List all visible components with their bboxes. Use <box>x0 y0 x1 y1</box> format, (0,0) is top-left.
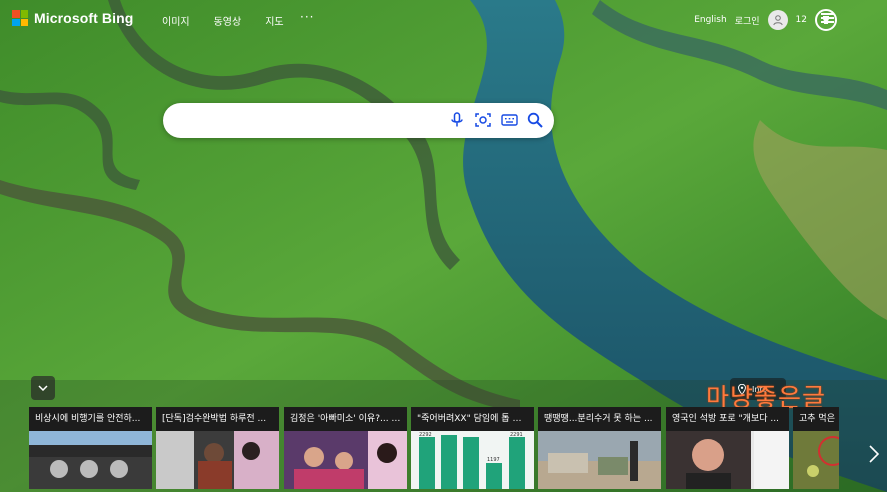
search-icon[interactable] <box>526 111 544 129</box>
rewards-count[interactable]: 12 <box>796 15 807 25</box>
search-input[interactable] <box>177 110 451 132</box>
news-thumbnail <box>29 431 152 489</box>
news-card-title: 영국인 석방 포로 "개보다 ... <box>666 407 789 431</box>
chevron-down-icon[interactable] <box>31 376 55 400</box>
news-card-title: 땡땡땡...분리수거 못 하는 ... <box>538 407 661 431</box>
microphone-icon[interactable] <box>448 111 466 129</box>
location-pin-icon <box>738 383 746 395</box>
nav-maps[interactable]: 지도 <box>265 13 283 28</box>
image-info-button[interactable]: Info <box>730 378 786 400</box>
news-card-title: 김정은 '아빠미소' 이유?... "... <box>284 407 407 431</box>
news-card[interactable]: 비상시에 비행기를 안전하... <box>29 407 152 489</box>
chevron-right-icon[interactable] <box>864 440 884 468</box>
news-thumbnail <box>666 431 789 489</box>
visual-search-icon[interactable] <box>474 111 492 129</box>
login-link[interactable]: 로그인 <box>735 14 760 27</box>
top-bar: Microsoft Bing 이미지 동영상 지도 ··· English 로그… <box>0 0 887 38</box>
news-card[interactable]: 고추 먹은 <box>793 407 839 489</box>
news-thumbnail <box>284 431 407 489</box>
news-card-title: 비상시에 비행기를 안전하... <box>29 407 152 431</box>
nav-images[interactable]: 이미지 <box>162 13 190 28</box>
news-thumbnail <box>538 431 661 489</box>
nav-videos[interactable]: 동영상 <box>214 13 242 28</box>
bing-logo[interactable]: Microsoft Bing <box>12 10 133 26</box>
search-box <box>163 103 554 138</box>
hamburger-icon[interactable] <box>821 13 834 23</box>
search-icons <box>448 111 544 129</box>
news-carousel: 비상시에 비행기를 안전하... [단독]검수완박법 하루전 ... 김정은 '… <box>29 407 839 489</box>
news-card-title: 고추 먹은 <box>793 407 839 431</box>
news-card[interactable]: 김정은 '아빠미소' 이유?... "... <box>284 407 407 489</box>
header-right: English 로그인 12 <box>694 9 837 31</box>
nav-more-button[interactable]: ··· <box>300 10 314 24</box>
chart-label: 2292 <box>419 432 432 438</box>
chart-label: 1197 <box>487 457 500 463</box>
chart-label: 2291 <box>510 432 523 438</box>
news-card-title: [단독]검수완박법 하루전 ... <box>156 407 279 431</box>
brand-name: Microsoft Bing <box>34 10 134 26</box>
user-icon[interactable] <box>767 10 788 30</box>
news-thumbnail: 2292 1197 2291 <box>411 431 534 489</box>
news-thumbnail <box>156 431 279 489</box>
news-thumbnail <box>793 431 839 489</box>
news-card-title: "죽어버려XX" 담임에 톱 들... <box>411 407 534 431</box>
image-info-label: Info <box>752 384 768 394</box>
language-link[interactable]: English <box>694 15 727 25</box>
nav-tabs: 이미지 동영상 지도 <box>162 13 284 28</box>
microsoft-logo-icon <box>12 10 28 26</box>
news-card[interactable]: 영국인 석방 포로 "개보다 ... <box>666 407 789 489</box>
news-card[interactable]: 땡땡땡...분리수거 못 하는 ... <box>538 407 661 489</box>
keyboard-icon[interactable] <box>500 111 518 129</box>
news-card[interactable]: "죽어버려XX" 담임에 톱 들... 2292 1197 2291 <box>411 407 534 489</box>
news-card[interactable]: [단독]검수완박법 하루전 ... <box>156 407 279 489</box>
